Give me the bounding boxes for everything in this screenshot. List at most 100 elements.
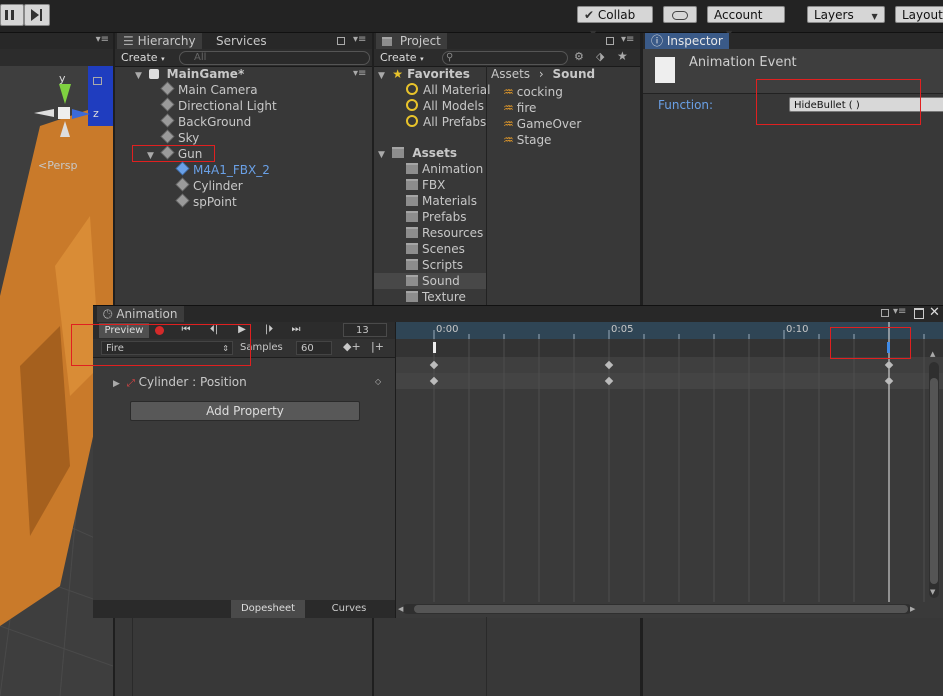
clip-highlight-box xyxy=(71,324,251,366)
folder-scenes[interactable]: Scenes xyxy=(406,241,465,257)
hierarchy-subbar: Create ▾ ⚲ All xyxy=(115,49,372,67)
gameobject-icon xyxy=(160,81,175,96)
last-key-button[interactable]: ⏭ xyxy=(285,323,307,337)
breadcrumb-assets[interactable]: Assets xyxy=(491,67,530,81)
maximize-icon[interactable] xyxy=(914,308,924,319)
hierarchy-item-sppoint[interactable]: spPoint xyxy=(175,193,237,210)
next-key-button[interactable]: |⏵ xyxy=(258,323,280,337)
pause-button[interactable] xyxy=(0,4,24,26)
favorite-all-material[interactable]: All Material xyxy=(406,82,490,98)
tab-hierarchy[interactable]: ☰ Hierarchy xyxy=(117,33,202,49)
tab-dopesheet[interactable]: Dopesheet xyxy=(231,600,305,618)
property-track xyxy=(396,373,943,389)
layout-button[interactable]: Layout xyxy=(895,6,943,23)
vertical-scrollbar-thumb xyxy=(930,378,938,584)
hierarchy-item-directional-light[interactable]: Directional Light xyxy=(160,97,277,114)
search-icon: ⚲ xyxy=(446,52,454,63)
hierarchy-item-cylinder[interactable]: Cylinder xyxy=(175,177,243,194)
hierarchy-item-m4a1[interactable]: M4A1_FBX_2 xyxy=(175,161,270,178)
samples-field[interactable]: 60 xyxy=(296,341,332,355)
folder-prefabs[interactable]: Prefabs xyxy=(406,209,467,225)
frame-field[interactable]: 13 xyxy=(343,323,387,337)
search-input[interactable]: All xyxy=(179,51,370,65)
favorite-all-prefabs[interactable]: All Prefabs xyxy=(406,114,486,130)
search-input[interactable]: ⚲ xyxy=(442,51,568,65)
check-icon: ✔ xyxy=(584,8,595,22)
gameobject-icon xyxy=(175,177,190,192)
folder-scripts[interactable]: Scripts xyxy=(406,257,463,273)
account-label: Account xyxy=(714,8,763,22)
layers-button[interactable]: Layers ▼ xyxy=(807,6,885,23)
scroll-up-icon[interactable]: ▲ xyxy=(930,350,935,358)
summary-row xyxy=(396,357,943,373)
file-gameover[interactable]: ♒ GameOver xyxy=(503,116,581,132)
folder-icon xyxy=(406,227,418,238)
scroll-right-icon[interactable]: ▶ xyxy=(910,605,915,613)
persp-label[interactable]: <Persp xyxy=(38,159,77,172)
lock-icon[interactable] xyxy=(881,309,889,317)
close-icon[interactable]: ✕ xyxy=(929,305,940,320)
audio-clip-icon: ♒ xyxy=(503,101,514,115)
panel-menu-icon[interactable]: ▾≡ xyxy=(353,34,366,45)
folder-texture[interactable]: Texture xyxy=(406,289,466,305)
folder-materials[interactable]: Materials xyxy=(406,193,477,209)
project-subbar: Create ▾ ⚲ ⚙ ⬗ ★ xyxy=(374,49,640,67)
folder-animation[interactable]: Animation xyxy=(406,161,483,177)
hierarchy-item-background[interactable]: BackGround xyxy=(160,113,251,130)
folder-icon xyxy=(392,147,405,158)
file-cocking[interactable]: ♒ cocking xyxy=(503,84,563,100)
folder-sound[interactable]: Sound xyxy=(406,273,460,289)
breadcrumb: Assets › Sound xyxy=(491,66,595,82)
add-event-icon[interactable]: |+ xyxy=(371,340,384,353)
add-keyframe-icon[interactable]: ◆+ xyxy=(343,340,361,353)
lock-icon[interactable] xyxy=(606,37,614,45)
scroll-left-icon[interactable]: ◀ xyxy=(398,605,403,613)
panel-menu-icon[interactable]: ▾≡ xyxy=(621,34,634,45)
folder-fbx[interactable]: FBX xyxy=(406,177,445,193)
scroll-down-icon[interactable]: ▼ xyxy=(930,588,935,596)
event-highlight-box xyxy=(830,327,911,359)
assets-header[interactable]: ▼ Assets xyxy=(378,145,457,161)
ruler-label-10: 0:10 xyxy=(786,324,809,335)
cloud-button[interactable] xyxy=(663,6,697,23)
filter-type-icon[interactable]: ⚙ xyxy=(574,50,584,63)
step-button[interactable] xyxy=(24,4,50,26)
tab-project[interactable]: Project xyxy=(376,33,447,49)
property-row[interactable]: ▶ ⤢ Cylinder : Position ◇ xyxy=(113,374,383,390)
tab-curves[interactable]: Curves xyxy=(307,600,391,618)
favorite-all-models[interactable]: All Models xyxy=(406,98,484,114)
collab-button[interactable]: ✔ Collab ▼ xyxy=(577,6,653,38)
prefab-icon xyxy=(175,161,190,176)
tab-inspector[interactable]: ⓘ Inspector xyxy=(645,33,729,49)
lock-icon[interactable] xyxy=(93,77,102,85)
breadcrumb-sound[interactable]: Sound xyxy=(553,67,596,81)
scene-row[interactable]: ▼ MainGame* ▾≡ xyxy=(135,66,366,82)
folder-icon xyxy=(406,259,418,270)
tab-animation[interactable]: 🕒︎ Animation xyxy=(97,306,184,322)
filter-label-icon[interactable]: ⬗ xyxy=(596,50,604,63)
panel-menu-icon[interactable]: ▾≡ xyxy=(893,306,906,317)
favorites-header[interactable]: ▼ ★ Favorites xyxy=(378,66,470,82)
cloud-icon xyxy=(672,11,688,20)
key-diamond-icon[interactable]: ◇ xyxy=(375,374,381,390)
account-button[interactable]: Account ▼ xyxy=(707,6,785,38)
file-stage[interactable]: ♒ Stage xyxy=(503,132,551,148)
tab-services[interactable]: Services xyxy=(210,33,273,49)
hierarchy-item-main-camera[interactable]: Main Camera xyxy=(160,81,258,98)
event-marker-start[interactable] xyxy=(433,342,436,353)
scene-name: MainGame* xyxy=(166,67,245,81)
create-button[interactable]: Create ▾ xyxy=(121,51,165,64)
file-fire[interactable]: ♒ fire xyxy=(503,100,536,116)
lock-icon[interactable] xyxy=(337,37,345,45)
panel-menu-icon[interactable]: ▾≡ xyxy=(353,66,366,82)
scene-gizmo[interactable]: y z xyxy=(30,72,105,155)
favorite-star-icon[interactable]: ★ xyxy=(617,49,628,63)
hierarchy-item-sky[interactable]: Sky xyxy=(160,129,199,146)
panel-menu-icon[interactable]: ▾≡ xyxy=(96,34,109,45)
audio-clip-icon: ♒ xyxy=(503,85,514,99)
unity-logo-icon xyxy=(148,69,159,79)
add-property-button[interactable]: Add Property xyxy=(130,401,360,421)
create-button[interactable]: Create ▾ xyxy=(380,51,424,64)
dopesheet-area[interactable]: 0:00 0:05 0:10 ◀ ▶ ▲ ▼ xyxy=(396,322,943,618)
folder-resources[interactable]: Resources xyxy=(406,225,483,241)
